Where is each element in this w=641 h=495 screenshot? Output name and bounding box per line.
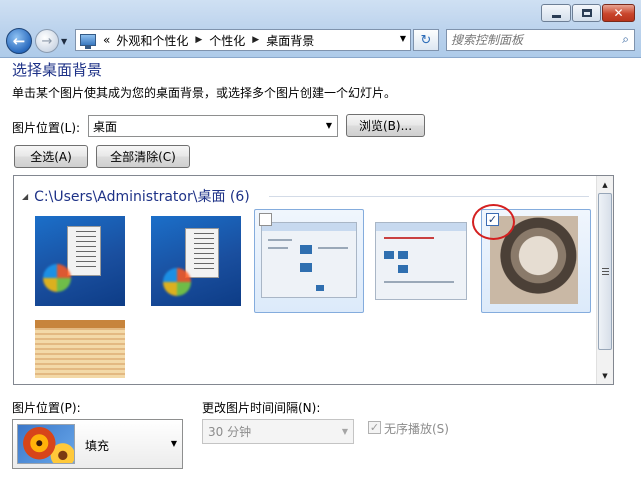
clear-all-button[interactable]: 全部清除(C) — [96, 145, 190, 168]
breadcrumb-personalization[interactable]: 个性化 — [206, 32, 248, 49]
scroll-thumb[interactable] — [598, 193, 612, 350]
gallery-group-header[interactable]: ◢ C:\Users\Administrator\桌面 (6) — [22, 186, 250, 206]
refresh-icon: ↻ — [420, 32, 432, 48]
picture-location-label: 图片位置(L): — [12, 121, 81, 135]
picture-position-label: 图片位置(P): — [12, 401, 81, 415]
minimize-icon — [551, 14, 561, 18]
picture-location-value: 桌面 — [93, 119, 118, 134]
close-button[interactable]: ✕ — [602, 4, 635, 22]
highlight-annotation — [472, 204, 515, 240]
gallery-item-2[interactable] — [144, 212, 254, 316]
arrow-right-icon: → — [41, 33, 53, 49]
recent-pages-dropdown[interactable]: ▼ — [61, 37, 67, 46]
group-divider — [269, 196, 589, 197]
context-menu-image — [185, 228, 219, 278]
control-panel-icon — [80, 34, 96, 49]
arrow-left-icon: ← — [12, 32, 26, 50]
back-button[interactable]: ← — [6, 28, 32, 54]
scroll-up-icon[interactable]: ▲ — [597, 176, 613, 193]
maximize-button[interactable] — [572, 4, 601, 22]
window-chrome: ✕ ← → ▼ « 外观和个性化 ▶ 个性化 ▶ 桌面背景 ▼ ↻ ⌕ — [0, 0, 641, 58]
shuffle-label: 无序播放(S) — [384, 422, 449, 436]
gallery-item-4[interactable] — [370, 212, 480, 316]
gallery-item-6[interactable] — [28, 320, 138, 384]
gallery-item-3[interactable] — [254, 209, 364, 313]
interval-select[interactable]: 30 分钟 ▼ — [202, 419, 354, 444]
gallery-item-1[interactable] — [28, 212, 138, 316]
chevron-down-icon: ▼ — [341, 427, 348, 436]
page-description: 单击某个图片使其成为您的桌面背景，或选择多个图片创建一个幻灯片。 — [12, 86, 397, 100]
interval-label: 更改图片时间间隔(N): — [202, 401, 321, 415]
position-preview-image — [17, 424, 75, 464]
address-bar[interactable]: « 外观和个性化 ▶ 个性化 ▶ 桌面背景 ▼ — [75, 29, 411, 51]
picture-position-value: 填充 — [85, 439, 110, 453]
windows-logo-icon — [43, 264, 71, 292]
windows-logo-icon — [163, 268, 191, 296]
scroll-down-icon[interactable]: ▼ — [597, 367, 613, 384]
win7-desktop-thumbnail — [35, 216, 125, 306]
chevron-down-icon: ▼ — [170, 439, 177, 448]
gallery-group-title: C:\Users\Administrator\桌面 (6) — [34, 189, 250, 205]
close-icon: ✕ — [613, 6, 624, 20]
maximize-icon — [581, 9, 592, 17]
search-icon[interactable]: ⌕ — [622, 32, 629, 47]
item-checkbox[interactable] — [259, 213, 272, 226]
screenshot-thumbnail — [261, 222, 357, 298]
breadcrumb-overflow[interactable]: « — [100, 33, 113, 47]
search-box[interactable]: ⌕ — [446, 29, 635, 51]
breadcrumb-appearance[interactable]: 外观和个性化 — [113, 32, 191, 49]
win7-desktop-thumbnail — [151, 216, 241, 306]
picture-gallery[interactable]: ◢ C:\Users\Administrator\桌面 (6) ✓ ▲ ▼ — [13, 175, 614, 385]
select-all-button[interactable]: 全选(A) — [14, 145, 88, 168]
gallery-scrollbar[interactable]: ▲ ▼ — [596, 176, 613, 384]
breadcrumb-separator-icon[interactable]: ▶ — [191, 35, 206, 45]
document-thumbnail — [35, 320, 125, 378]
page-title: 选择桌面背景 — [12, 61, 103, 79]
address-dropdown-icon[interactable]: ▼ — [400, 34, 406, 43]
interval-value: 30 分钟 — [208, 425, 252, 439]
collapse-group-icon[interactable]: ◢ — [22, 192, 28, 201]
screenshot-thumbnail — [375, 222, 467, 300]
picture-position-select[interactable]: 填充 ▼ — [12, 419, 183, 469]
context-menu-image — [67, 226, 101, 276]
chevron-down-icon: ▼ — [325, 121, 332, 130]
breadcrumb-desktop-background[interactable]: 桌面背景 — [263, 32, 317, 49]
minimize-button[interactable] — [541, 4, 571, 22]
refresh-button[interactable]: ↻ — [413, 29, 439, 51]
shuffle-checkbox[interactable]: ✓ — [368, 421, 381, 434]
breadcrumb-separator-icon[interactable]: ▶ — [248, 35, 263, 45]
forward-button[interactable]: → — [35, 29, 59, 53]
browse-button[interactable]: 浏览(B)... — [346, 114, 425, 137]
picture-location-select[interactable]: 桌面 ▼ — [88, 115, 338, 137]
search-input[interactable] — [451, 32, 611, 48]
